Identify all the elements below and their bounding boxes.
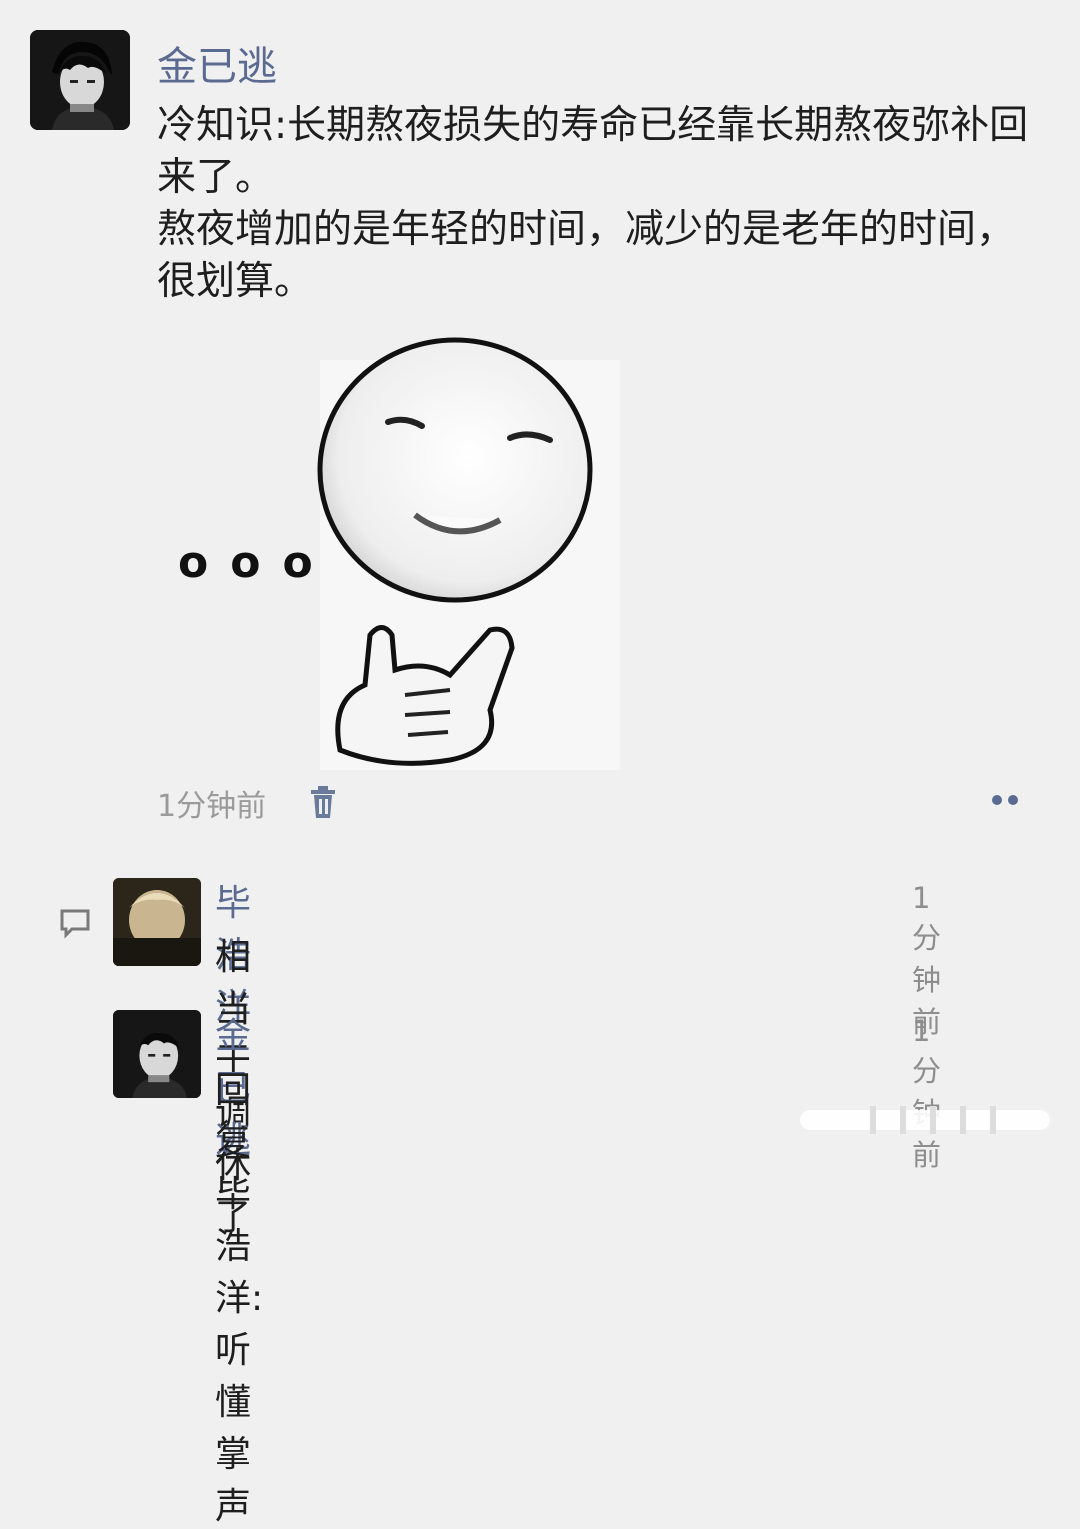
comment-avatar[interactable] [113, 878, 201, 966]
more-dots-icon[interactable] [985, 788, 1025, 812]
watermark-graphic [800, 1100, 1060, 1140]
post-line-2: 熬夜增加的是年轻的时间，减少的是老年的时间，很划算。 [157, 207, 1016, 304]
trash-icon[interactable] [307, 784, 339, 820]
post-sticker-image[interactable]: ooo [150, 330, 620, 770]
comment-timestamp: 1分钟前 [912, 1014, 942, 1172]
post-line-1: 冷知识:长期熬夜损失的寿命已经靠长期熬夜弥补回来了。 [157, 103, 1029, 200]
post-content: 冷知识:长期熬夜损失的寿命已经靠长期熬夜弥补回来了。 熬夜增加的是年轻的时间，减… [157, 100, 1047, 308]
post-timestamp: 1分钟前 [157, 789, 267, 824]
post-author-avatar[interactable] [30, 30, 130, 130]
sticker-ellipsis-text: ooo [178, 537, 335, 588]
comment-bubble-icon [58, 906, 92, 940]
comment-text: 回复毕浩洋: 听懂掌声 [215, 1070, 264, 1527]
post-author-name[interactable]: 金已逃 [157, 34, 277, 92]
comment-avatar[interactable] [113, 1010, 201, 1098]
